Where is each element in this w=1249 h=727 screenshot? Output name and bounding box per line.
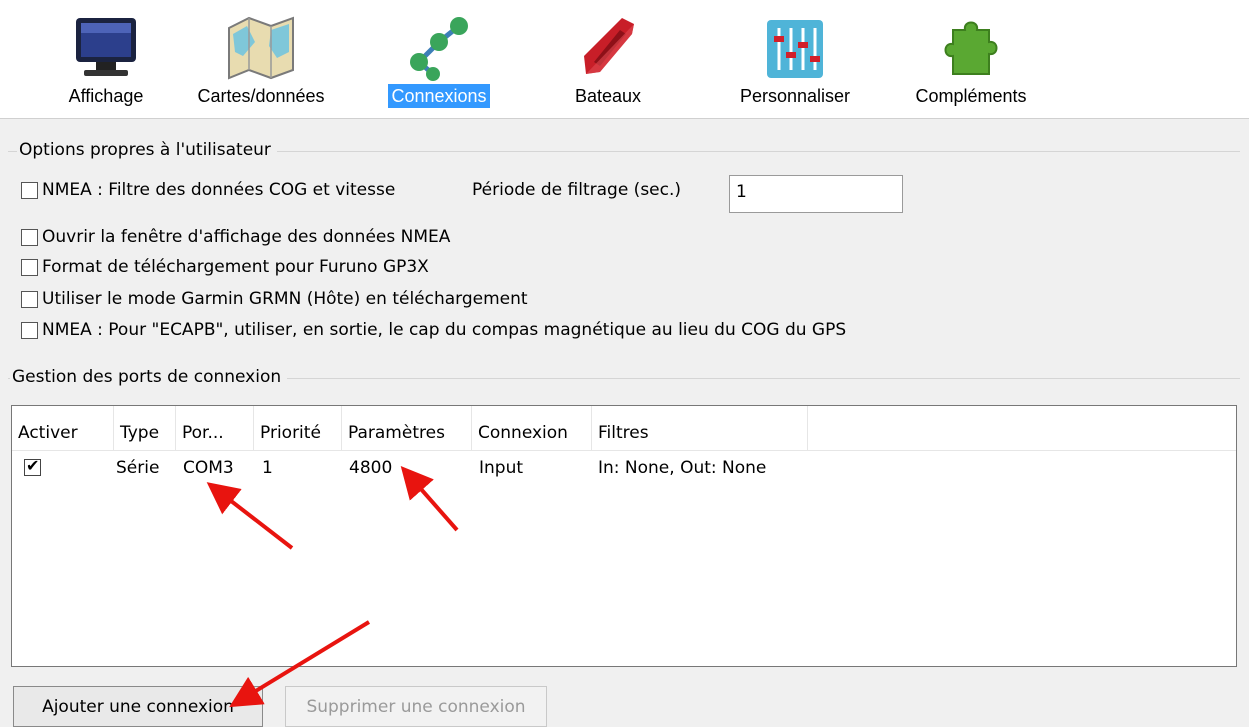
column-header-activer[interactable]: Activer	[12, 406, 114, 450]
sliders-icon	[755, 12, 835, 82]
row-active-checkbox[interactable]	[24, 456, 41, 476]
tab-affichage[interactable]: Affichage	[31, 0, 181, 118]
remove-connection-button[interactable]: Supprimer une connexion	[285, 686, 547, 727]
add-connection-button[interactable]: Ajouter une connexion	[13, 686, 263, 727]
column-header-parametres[interactable]: Paramètres	[342, 406, 472, 450]
user-options-title: Options propres à l'utilisateur	[17, 140, 277, 160]
column-header-connexion[interactable]: Connexion	[472, 406, 592, 450]
row-port: COM3	[183, 458, 234, 478]
checkbox-label: Format de téléchargement pour Furuno GP3…	[42, 257, 429, 277]
chart-map-icon	[221, 12, 301, 82]
tab-label: Bateaux	[574, 86, 642, 106]
checkbox-nmea-window[interactable]	[21, 229, 38, 246]
checkbox-ecapb[interactable]	[21, 322, 38, 339]
column-header-priorite[interactable]: Priorité	[254, 406, 342, 450]
tab-label: Personnaliser	[739, 86, 851, 106]
connections-icon	[399, 12, 479, 82]
row-filters: In: None, Out: None	[598, 458, 767, 478]
tab-label: Compléments	[915, 86, 1027, 106]
tab-personnaliser[interactable]: Personnaliser	[720, 0, 870, 118]
filter-period-label: Période de filtrage (sec.)	[472, 180, 682, 200]
tab-label: Cartes/données	[197, 86, 325, 106]
tab-label: Affichage	[68, 86, 144, 106]
nmea-filter-checkbox[interactable]	[21, 182, 38, 199]
checkbox-label: Utiliser le mode Garmin GRMN (Hôte) en t…	[42, 289, 528, 309]
row-priority: 1	[262, 458, 273, 478]
tab-label: Connexions	[388, 84, 490, 108]
row-type: Série	[116, 458, 160, 478]
checkbox-furuno-format[interactable]	[21, 259, 38, 276]
column-header-type[interactable]: Type	[114, 406, 176, 450]
checkbox-garmin-mode[interactable]	[21, 291, 38, 308]
column-header-port[interactable]: Por...	[176, 406, 254, 450]
checkbox-label: NMEA : Pour "ECAPB", utiliser, en sortie…	[42, 320, 847, 340]
column-header-filtres[interactable]: Filtres	[592, 406, 808, 450]
boat-icon	[568, 12, 648, 82]
row-connection: Input	[479, 458, 524, 478]
checkbox-label: Ouvrir la fenêtre d'affichage des donnée…	[42, 227, 451, 247]
filter-period-input[interactable]: 1	[729, 175, 903, 213]
row-params: 4800	[349, 458, 393, 478]
table-header: Activer Type Por... Priorité Paramètres …	[12, 406, 1236, 451]
connections-table: Activer Type Por... Priorité Paramètres …	[11, 405, 1237, 667]
monitor-icon	[66, 12, 146, 82]
tab-bateaux[interactable]: Bateaux	[533, 0, 683, 118]
tab-cartes-donnees[interactable]: Cartes/données	[186, 0, 336, 118]
tab-complements[interactable]: Compléments	[896, 0, 1046, 118]
puzzle-icon	[931, 12, 1011, 82]
tab-connexions[interactable]: Connexions	[364, 0, 514, 118]
nmea-filter-label: NMEA : Filtre des données COG et vitesse	[42, 180, 396, 200]
ports-title: Gestion des ports de connexion	[10, 367, 288, 387]
preferences-toolbar: Affichage Cartes/données Connexions Bate…	[0, 0, 1249, 119]
